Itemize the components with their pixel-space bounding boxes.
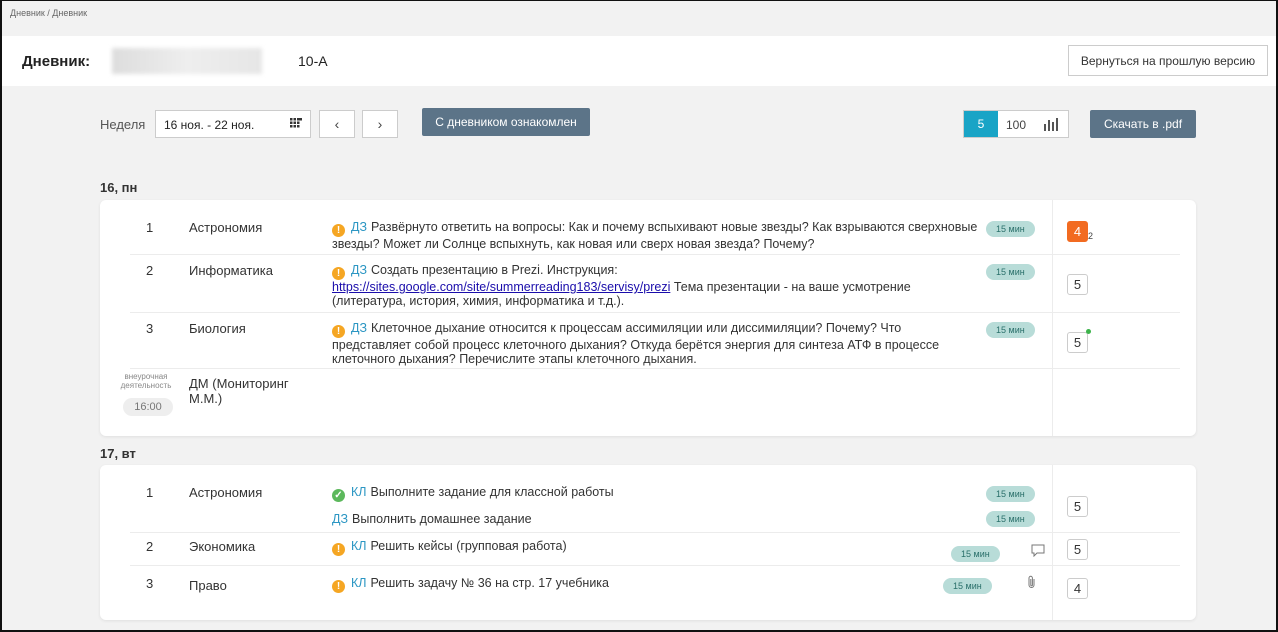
day-card: 1 Астрономия ! ДЗ Развёрнуто ответить на в… bbox=[100, 200, 1196, 436]
week-label: Неделя bbox=[100, 117, 146, 132]
task-type-tag: КЛ bbox=[351, 485, 367, 499]
time-badge: 15 мин bbox=[986, 511, 1035, 527]
task-text: Создать презентацию в Prezi. Инструкция: bbox=[371, 263, 618, 277]
lesson-number: 3 bbox=[146, 321, 154, 336]
lesson-number: 2 bbox=[146, 539, 154, 554]
lesson-task[interactable]: ! ДЗ Развёрнуто ответить на вопросы: Как и… bbox=[332, 220, 982, 251]
task-text: Развёрнуто ответить на вопросы: Как и по… bbox=[332, 220, 978, 251]
lesson-task[interactable]: ✓ КЛ Выполните задание для классной работы bbox=[332, 485, 982, 502]
task-type-tag: ДЗ bbox=[351, 220, 368, 234]
warning-icon: ! bbox=[332, 543, 345, 556]
time-badge: 15 мин bbox=[951, 546, 1000, 562]
task-text: Выполнить домашнее задание bbox=[352, 512, 532, 526]
lesson-row[interactable]: 1 Астрономия ✓ КЛ Выполните задание для кл… bbox=[100, 465, 1196, 533]
next-week-button[interactable]: › bbox=[362, 110, 398, 138]
lesson-subject: Астрономия bbox=[189, 220, 263, 235]
task-type-tag: ДЗ bbox=[351, 321, 368, 335]
extracurricular-row[interactable]: внеурочная деятельность ДМ (Мониторинг М… bbox=[100, 372, 1196, 428]
lesson-task[interactable]: ! КЛ Решить задачу № 36 на стр. 17 учебник… bbox=[332, 576, 982, 593]
time-badge: 15 мин bbox=[986, 322, 1035, 338]
lesson-number: 1 bbox=[146, 220, 154, 235]
task-text: Клеточное дыхание относится к процессам … bbox=[332, 321, 940, 366]
task-type-tag: ДЗ bbox=[332, 512, 349, 526]
student-name-blurred bbox=[112, 48, 262, 74]
extracurricular-label: внеурочная деятельность bbox=[120, 372, 172, 390]
time-badge: 15 мин bbox=[986, 264, 1035, 280]
scale-100-button[interactable]: 100 bbox=[1006, 118, 1026, 132]
toolbar: Неделя 16 ноя. - 22 ноя. ‹ › С дневником… bbox=[0, 108, 1278, 138]
task-text: Выполните задание для классной работы bbox=[370, 485, 614, 499]
grade-weight: 2 bbox=[1087, 231, 1093, 241]
lesson-row[interactable]: 3 Биология ! ДЗ Клеточное дыхание относитс… bbox=[100, 313, 1196, 369]
class-name: 10-А bbox=[298, 53, 328, 69]
task-type-tag: ДЗ bbox=[351, 263, 368, 277]
grade[interactable]: 5 bbox=[1067, 274, 1088, 295]
week-range-value: 16 ноя. - 22 ноя. bbox=[164, 118, 255, 132]
lesson-subject: Экономика bbox=[189, 539, 256, 554]
bar-chart-icon[interactable] bbox=[1044, 118, 1058, 131]
new-grade-dot bbox=[1086, 329, 1091, 334]
lesson-task[interactable]: ДЗ Выполнить домашнее задание bbox=[332, 512, 982, 526]
lesson-subject: Биология bbox=[189, 321, 246, 336]
extracurricular-time: 16:00 bbox=[123, 398, 173, 416]
prev-week-button[interactable]: ‹ bbox=[319, 110, 355, 138]
lesson-row[interactable]: 2 Экономика ! КЛ Решить кейсы (групповая р… bbox=[100, 533, 1196, 566]
task-type-tag: КЛ bbox=[351, 539, 367, 553]
warning-icon: ! bbox=[332, 224, 345, 237]
day-card: 1 Астрономия ✓ КЛ Выполните задание для кл… bbox=[100, 465, 1196, 620]
day-title: 16, пн bbox=[100, 180, 138, 195]
lesson-task[interactable]: ! ДЗ Клеточное дыхание относится к процесс… bbox=[332, 321, 982, 366]
grade[interactable]: 5 bbox=[1067, 539, 1088, 560]
download-pdf-button[interactable]: Скачать в .pdf bbox=[1090, 110, 1196, 138]
lesson-row[interactable]: 2 Информатика ! ДЗ Создать презентацию в P… bbox=[100, 255, 1196, 313]
grade-value: 5 bbox=[1073, 335, 1082, 350]
breadcrumb[interactable]: Дневник / Дневник bbox=[10, 8, 87, 18]
warning-icon: ! bbox=[332, 580, 345, 593]
lesson-subject: Право bbox=[189, 578, 227, 593]
lesson-task[interactable]: ! КЛ Решить кейсы (групповая работа) bbox=[332, 539, 982, 556]
comment-icon[interactable] bbox=[1031, 543, 1045, 557]
time-badge: 15 мин bbox=[943, 578, 992, 594]
grade-value: 4 bbox=[1073, 224, 1082, 239]
grade[interactable]: 4 bbox=[1067, 578, 1088, 599]
check-icon: ✓ bbox=[332, 489, 345, 502]
lesson-row[interactable]: 1 Астрономия ! ДЗ Развёрнуто ответить на в… bbox=[100, 200, 1196, 255]
lesson-subject: Астрономия bbox=[189, 485, 263, 500]
diary-header: Дневник: 10-А Вернуться на прошлую верси… bbox=[2, 36, 1276, 86]
lesson-number: 2 bbox=[146, 263, 154, 278]
diary-label: Дневник: bbox=[22, 53, 91, 70]
row-divider bbox=[130, 368, 1180, 369]
lesson-number: 1 bbox=[146, 485, 154, 500]
grade[interactable]: 5 bbox=[1067, 496, 1088, 517]
task-type-tag: КЛ bbox=[351, 576, 367, 590]
lesson-subject: Информатика bbox=[189, 263, 273, 278]
lesson-row[interactable]: 3 Право ! КЛ Решить задачу № 36 на стр. 17… bbox=[100, 566, 1196, 606]
time-badge: 15 мин bbox=[986, 221, 1035, 237]
grade[interactable]: 42 bbox=[1067, 221, 1093, 242]
lesson-number: 3 bbox=[146, 576, 154, 591]
warning-icon: ! bbox=[332, 325, 345, 338]
task-text: Решить задачу № 36 на стр. 17 учебника bbox=[370, 576, 610, 590]
lesson-subject: ДМ (Мониторинг М.М.) bbox=[189, 376, 289, 406]
back-to-old-version-button[interactable]: Вернуться на прошлую версию bbox=[1068, 45, 1268, 76]
scale-5-button[interactable]: 5 bbox=[964, 111, 998, 137]
lesson-task[interactable]: ! ДЗ Создать презентацию в Prezi. Инструкц… bbox=[332, 263, 982, 308]
paperclip-icon[interactable] bbox=[1025, 575, 1039, 589]
grade[interactable]: 5 bbox=[1067, 329, 1091, 353]
calendar-icon bbox=[290, 118, 302, 128]
task-link[interactable]: https://sites.google.com/site/summerread… bbox=[332, 280, 670, 294]
week-range-picker[interactable]: 16 ноя. - 22 ноя. bbox=[155, 110, 311, 138]
day-title: 17, вт bbox=[100, 446, 136, 461]
grade-scale-switch: 5 100 bbox=[963, 110, 1069, 138]
acknowledge-diary-button[interactable]: С дневником ознакомлен bbox=[422, 108, 590, 136]
warning-icon: ! bbox=[332, 267, 345, 280]
task-text: Решить кейсы (групповая работа) bbox=[370, 539, 567, 553]
time-badge: 15 мин bbox=[986, 486, 1035, 502]
